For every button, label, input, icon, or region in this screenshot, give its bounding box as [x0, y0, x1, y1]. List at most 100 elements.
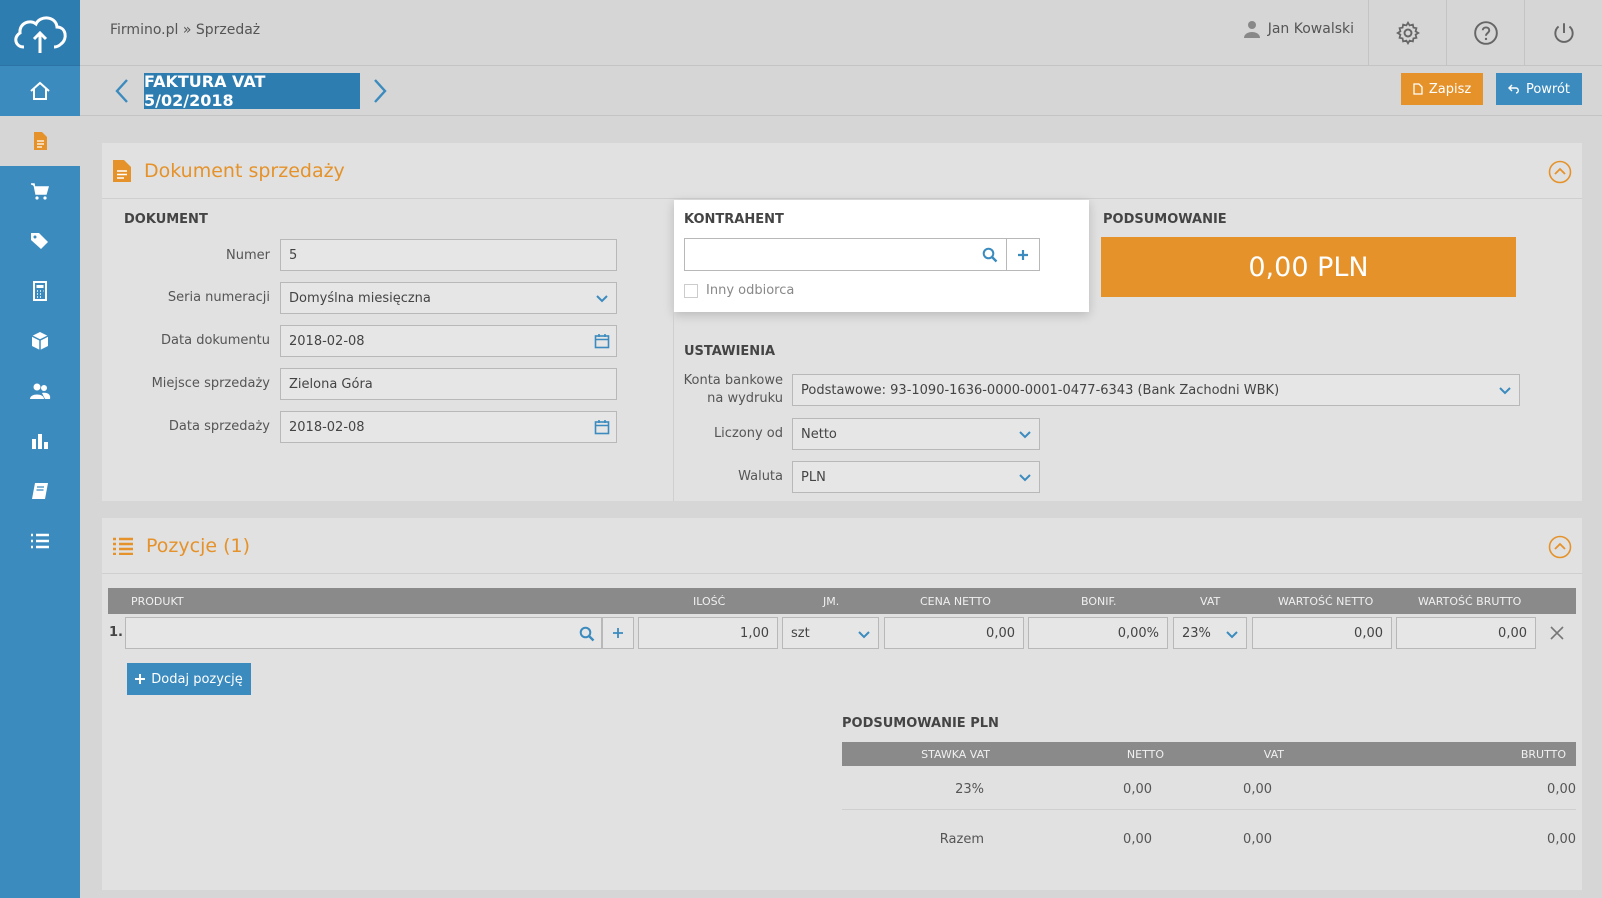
collapse-icon[interactable] [1548, 160, 1572, 184]
seria-value: Domyślna miesięczna [289, 290, 431, 306]
back-button[interactable]: Powrót [1496, 73, 1582, 105]
search-icon[interactable] [579, 626, 595, 642]
sidebar-item-contacts[interactable] [0, 366, 80, 416]
sidebar-item-documents[interactable] [0, 116, 80, 166]
logout-button[interactable] [1524, 0, 1602, 66]
summary-net: 0,00 [1123, 782, 1152, 797]
konta-bankowe-select[interactable]: Podstawowe: 93-1090-1636-0000-0001-0477-… [792, 374, 1520, 406]
data-sprzedazy-value: 2018-02-08 [289, 419, 365, 435]
home-icon [30, 81, 50, 100]
reply-icon [1507, 84, 1519, 94]
tags-icon [31, 233, 48, 249]
collapse-icon[interactable] [1548, 535, 1572, 559]
previous-document-button[interactable] [112, 76, 132, 106]
miejsce-sprzedazy-field[interactable]: Zielona Góra [280, 368, 617, 400]
chevron-down-icon [1499, 387, 1511, 395]
close-icon[interactable] [1550, 626, 1564, 640]
net-price-field[interactable]: 0,00 [884, 617, 1024, 649]
add-product-button[interactable] [602, 617, 634, 649]
save-label: Zapisz [1428, 81, 1472, 97]
col-bonif: BONIF. [1081, 595, 1117, 608]
add-kontrahent-button[interactable] [1007, 238, 1040, 271]
sales-panel-header[interactable]: Dokument sprzedaży [102, 143, 1582, 199]
calendar-icon[interactable] [594, 333, 610, 349]
inny-odbiorca-checkbox[interactable] [684, 283, 698, 298]
sidebar-item-ledger[interactable] [0, 466, 80, 516]
plus-icon [613, 628, 623, 638]
summary-table-header: STAWKA VAT NETTO VAT BRUTTO [842, 742, 1576, 766]
seria-select[interactable]: Domyślna miesięczna [280, 282, 617, 314]
chevron-left-icon [115, 79, 128, 103]
back-label: Powrót [1525, 81, 1571, 97]
chevron-down-icon [1019, 431, 1031, 439]
sidebar-item-list[interactable] [0, 516, 80, 566]
numer-label: Numer [226, 248, 270, 263]
sidebar-item-products[interactable] [0, 316, 80, 366]
kontrahent-search-input[interactable] [684, 238, 1007, 271]
total-amount-box: 0,00 PLN [1101, 237, 1516, 297]
calendar-icon[interactable] [594, 419, 610, 435]
sidebar-item-cart[interactable] [0, 166, 80, 216]
numer-field[interactable]: 5 [280, 239, 617, 271]
seria-label: Seria numeracji [167, 290, 270, 305]
sidebar-item-reports[interactable] [0, 416, 80, 466]
settings-button[interactable] [1368, 0, 1446, 66]
kontrahent-card: KONTRAHENT Inny odbiorca [674, 200, 1089, 312]
dokument-section-label: DOKUMENT [124, 212, 208, 227]
next-document-button[interactable] [370, 76, 390, 106]
bar-chart-icon [32, 434, 48, 449]
konta-bankowe-label-line1: Konta bankowe [683, 373, 783, 388]
quantity-field[interactable]: 1,00 [638, 617, 778, 649]
net-value-field[interactable]: 0,00 [1252, 617, 1392, 649]
vat-select[interactable]: 23% [1173, 617, 1247, 649]
user-icon [1243, 21, 1260, 38]
search-icon[interactable] [982, 247, 998, 263]
liczony-od-label: Liczony od [713, 426, 783, 441]
col-ilosc: ILOŚĆ [693, 595, 726, 608]
data-sprzedazy-field[interactable]: 2018-02-08 [280, 411, 617, 443]
calculator-icon [33, 281, 47, 301]
gross-value: 0,00 [1498, 625, 1527, 641]
summary-total-vat: 0,00 [1243, 832, 1272, 847]
ustawienia-section-label: USTAWIENIA [684, 344, 776, 359]
gross-value-field[interactable]: 0,00 [1396, 617, 1536, 649]
sales-panel-title: Dokument sprzedaży [144, 159, 345, 182]
user-menu[interactable]: Jan Kowalski [1243, 20, 1354, 38]
miejsce-sprzedazy-label: Miejsce sprzedaży [151, 376, 270, 391]
gear-icon [1395, 21, 1420, 45]
sidebar-item-calculator[interactable] [0, 266, 80, 316]
summary-total-row: Razem 0,00 0,00 0,00 [842, 820, 1576, 860]
inny-odbiorca-option[interactable]: Inny odbiorca [684, 283, 794, 298]
add-position-button[interactable]: Dodaj pozycję [127, 663, 251, 695]
col-cena-netto: CENA NETTO [920, 595, 991, 608]
col-brutto: BRUTTO [1520, 748, 1566, 761]
positions-table-header: PRODUKT ILOŚĆ JM. CENA NETTO BONIF. VAT … [108, 588, 1576, 614]
sidebar-item-home[interactable] [0, 66, 80, 116]
data-dokumentu-field[interactable]: 2018-02-08 [280, 325, 617, 357]
discount-field[interactable]: 0,00% [1028, 617, 1168, 649]
konta-bankowe-label-line2: na wydruku [707, 391, 783, 406]
save-button[interactable]: Zapisz [1401, 73, 1483, 105]
waluta-label: Waluta [738, 469, 783, 484]
quantity-value: 1,00 [740, 625, 769, 641]
data-dokumentu-label: Data dokumentu [161, 333, 270, 348]
users-icon [30, 383, 51, 399]
summary-rate: 23% [955, 782, 984, 797]
waluta-value: PLN [801, 469, 826, 485]
positions-panel-header[interactable]: Pozycje (1) [102, 518, 1582, 574]
miejsce-sprzedazy-value: Zielona Góra [289, 376, 373, 392]
cloud-logo-icon[interactable] [0, 0, 80, 66]
numer-value: 5 [289, 247, 298, 263]
waluta-select[interactable]: PLN [792, 461, 1040, 493]
save-icon [1413, 83, 1423, 95]
unit-select[interactable]: szt [782, 617, 879, 649]
summary-gross: 0,00 [1547, 782, 1576, 797]
net-price-value: 0,00 [986, 625, 1015, 641]
breadcrumb[interactable]: Firmino.pl » Sprzedaż [110, 22, 260, 38]
net-value: 0,00 [1354, 625, 1383, 641]
product-search-input[interactable] [125, 617, 602, 649]
help-button[interactable] [1446, 0, 1524, 66]
liczony-od-select[interactable]: Netto [792, 418, 1040, 450]
document-icon [34, 132, 47, 150]
sidebar-item-tags[interactable] [0, 216, 80, 266]
